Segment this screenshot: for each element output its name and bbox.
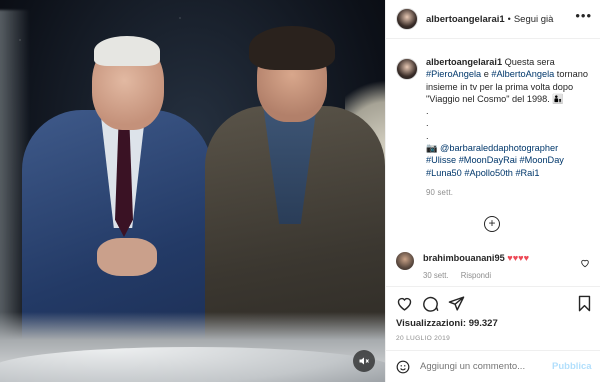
caption-username[interactable]: albertoangelarai1 — [426, 57, 502, 67]
camera-icon: 📷 — [426, 143, 438, 154]
add-comment-bar: Pubblica — [386, 351, 600, 382]
hashtag[interactable]: #MoonDay — [519, 155, 563, 165]
speaker-muted-icon[interactable] — [353, 350, 375, 372]
comment-icon[interactable] — [422, 295, 440, 313]
hashtag-piero[interactable]: #PieroAngela — [426, 69, 481, 79]
comment-item: brahimbouanani95 ♥♥♥♥ 30 sett. Rispondi — [396, 252, 592, 282]
post-header: albertoangelarai1 • Segui già ••• — [386, 0, 600, 39]
following-button[interactable]: Segui già — [514, 14, 554, 25]
caption-dot-1: . — [426, 106, 429, 117]
hashtag[interactable]: #MoonDayRai — [459, 155, 517, 165]
comment-text: ♥♥♥♥ — [507, 253, 530, 263]
caption-time: 90 sett. — [426, 187, 454, 197]
hashtag[interactable]: #Luna50 — [426, 168, 462, 178]
comment-body: brahimbouanani95 ♥♥♥♥ 30 sett. Rispondi — [423, 252, 529, 282]
hashtag-alberto[interactable]: #AlbertoAngela — [491, 69, 554, 79]
comment-time: 30 sett. — [423, 271, 449, 280]
comment-like-icon[interactable] — [580, 258, 590, 271]
publish-button[interactable]: Pubblica — [552, 361, 592, 372]
reply-button[interactable]: Rispondi — [461, 271, 491, 280]
hashtag[interactable]: #Apollo50th — [464, 168, 513, 178]
header-username[interactable]: albertoangelarai1 — [426, 14, 505, 25]
bookmark-icon[interactable] — [576, 295, 594, 313]
caption-dot-3: . — [426, 130, 429, 141]
post-side-panel: albertoangelarai1 • Segui già ••• albert… — [385, 0, 600, 382]
comment-meta: 30 sett. Rispondi — [423, 270, 529, 282]
avatar[interactable] — [396, 8, 418, 30]
views-value: 99.327 — [468, 318, 498, 329]
post-date: 20 LUGLIO 2019 — [396, 335, 451, 342]
hashtag[interactable]: #Rai1 — [515, 168, 539, 178]
comment-username[interactable]: brahimbouanani95 — [423, 253, 505, 263]
more-options-icon[interactable]: ••• — [575, 9, 592, 27]
caption-text-2: e — [481, 69, 492, 80]
moon-ground-foreground — [0, 347, 385, 382]
instagram-post: albertoangelarai1 • Segui già ••• albert… — [0, 0, 600, 382]
heart-icon[interactable] — [396, 295, 414, 313]
photographer-mention[interactable]: @barbaraleddaphotographer — [440, 143, 558, 153]
comment-avatar[interactable] — [396, 252, 414, 270]
post-caption: albertoangelarai1 Questa sera #PieroAnge… — [396, 56, 592, 199]
caption-avatar[interactable] — [396, 58, 418, 80]
separator-dot: • — [507, 14, 511, 24]
views-count[interactable]: Visualizzazioni: 99.327 — [396, 318, 498, 329]
caption-dot-2: . — [426, 118, 429, 129]
plus-circle-icon[interactable]: + — [484, 216, 500, 232]
action-bar — [396, 295, 592, 313]
caption-text-1: Questa sera — [504, 57, 555, 67]
divider — [386, 286, 600, 287]
smiley-icon[interactable] — [396, 360, 410, 374]
post-video[interactable] — [0, 0, 385, 382]
comment-input[interactable] — [420, 361, 552, 372]
hashtag[interactable]: #Ulisse — [426, 155, 456, 165]
paper-plane-icon[interactable] — [448, 295, 466, 313]
caption-text: albertoangelarai1 Questa sera #PieroAnge… — [426, 56, 592, 199]
views-label: Visualizzazioni: — [396, 318, 467, 329]
